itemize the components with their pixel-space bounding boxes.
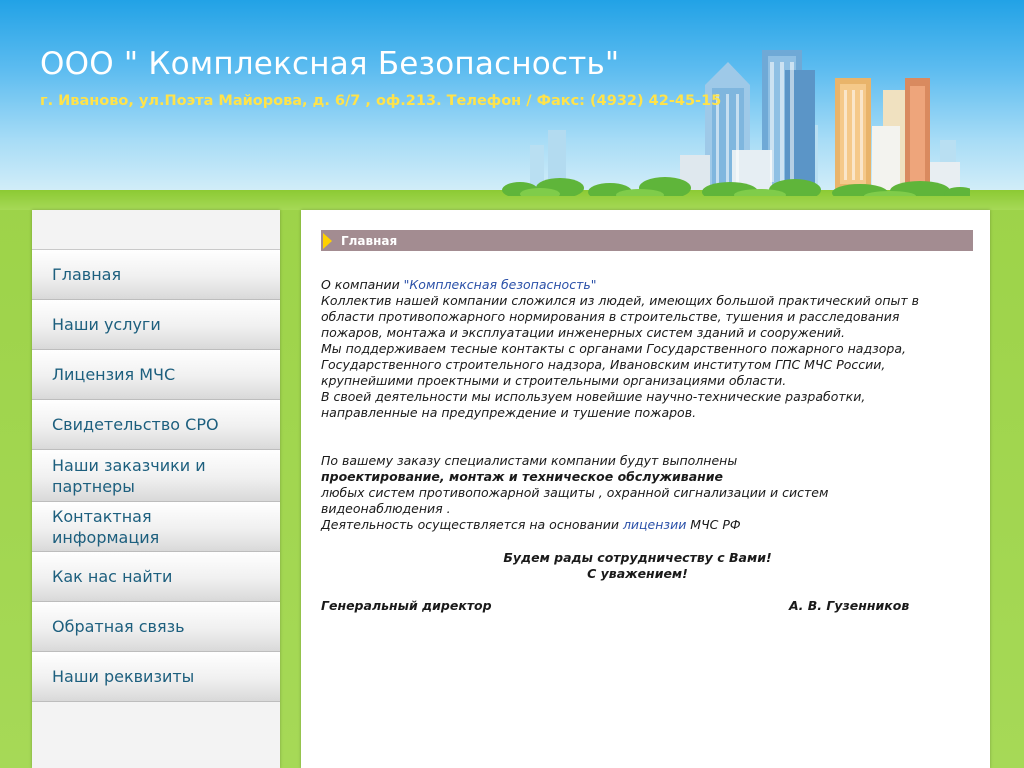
services-intro: По вашему заказу специалистами компании … [321, 453, 738, 468]
services-highlight: проектирование, монтаж и техническое обс… [321, 469, 724, 484]
sidebar-top-spacer [32, 210, 280, 250]
article-body: О компании "Комплексная безопасность" Ко… [321, 277, 921, 533]
paragraph-technology: В своей деятельности мы используем новей… [321, 389, 866, 420]
closing-cooperation: Будем рады сотрудничеству с Вами! [503, 550, 772, 565]
sidebar-menu: Главная Наши услуги Лицензия МЧС Свидете… [32, 210, 280, 768]
menu-item-license[interactable]: Лицензия МЧС [32, 350, 280, 400]
company-link[interactable]: "Комплексная безопасность" [404, 277, 597, 292]
section-title-bar: Главная [321, 230, 973, 251]
arrow-right-icon [323, 232, 332, 249]
menu-item-how-to-find[interactable]: Как нас найти [32, 552, 280, 602]
site-address: г. Иваново, ул.Поэта Майорова, д. 6/7 , … [40, 93, 722, 109]
menu-item-clients-partners[interactable]: Наши заказчики и партнеры [32, 450, 280, 502]
section-title: Главная [341, 233, 398, 248]
signature-title: Генеральный директор [321, 598, 492, 613]
license-basis-line: Деятельность осуществляется на основании… [321, 517, 921, 533]
services-scope: любых систем противопожарной защиты , ох… [321, 485, 829, 516]
menu-item-requisites[interactable]: Наши реквизиты [32, 652, 280, 702]
license-basis-suffix: МЧС РФ [686, 517, 741, 532]
about-prefix: О компании [321, 277, 404, 292]
main-content: Главная О компании "Комплексная безопасн… [301, 210, 990, 768]
closing-regards: С уважением! [587, 566, 688, 581]
license-link[interactable]: лицензии [623, 517, 686, 532]
license-basis-prefix: Деятельность осуществляется на основании [321, 517, 623, 532]
paragraph-team: Коллектив нашей компании сложился из люд… [321, 293, 919, 340]
closing-block: Будем рады сотрудничеству с Вами! С уваж… [321, 550, 954, 582]
menu-item-sro-certificate[interactable]: Свидетельство СРО [32, 400, 280, 450]
paragraph-contacts: Мы поддерживаем тесные контакты с органа… [321, 341, 906, 388]
header: ООО " Комплексная Безопасность" г. Ивано… [0, 0, 1024, 196]
menu-item-contacts[interactable]: Контактная информация [32, 502, 280, 552]
city-skyline-illustration [502, 50, 970, 196]
about-line: О компании "Комплексная безопасность" [321, 277, 921, 293]
menu-item-home[interactable]: Главная [32, 250, 280, 300]
signature-name: А. В. Гузенников [789, 598, 910, 613]
menu-item-feedback[interactable]: Обратная связь [32, 602, 280, 652]
menu-item-services[interactable]: Наши услуги [32, 300, 280, 350]
